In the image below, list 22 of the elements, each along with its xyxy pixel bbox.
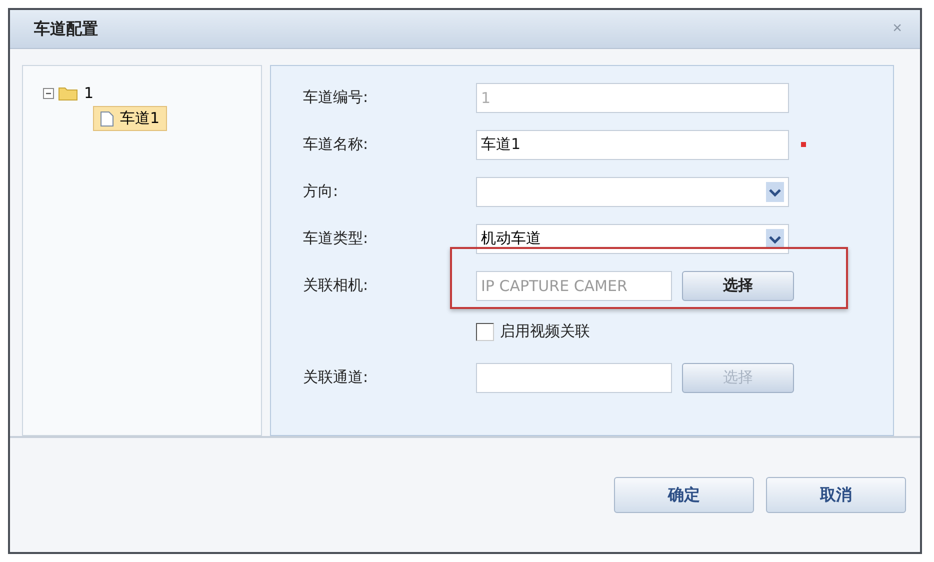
dropdown[interactable]: 机动车道 bbox=[476, 224, 789, 254]
field-label: 车道编号: bbox=[303, 88, 370, 107]
chevron-down-icon[interactable] bbox=[766, 228, 784, 248]
select-button[interactable]: 选择 bbox=[682, 270, 794, 300]
window-title: 车道配置 bbox=[34, 18, 98, 40]
dialog-button[interactable]: 取消 bbox=[766, 477, 906, 513]
chevron-down-icon[interactable] bbox=[766, 182, 784, 202]
tree-item[interactable]: 车道1 bbox=[93, 106, 167, 131]
folder-icon bbox=[58, 85, 78, 101]
checkbox[interactable] bbox=[476, 322, 494, 340]
field-label: 方向: bbox=[303, 182, 340, 201]
checkbox-label: 启用视频关联 bbox=[500, 322, 590, 341]
collapse-icon[interactable] bbox=[43, 88, 54, 98]
text-field[interactable]: IP CAPTURE CAMER bbox=[476, 270, 672, 300]
field-label: 关联相机: bbox=[303, 276, 370, 295]
field-label: 车道名称: bbox=[303, 135, 370, 154]
field-label: 车道类型: bbox=[303, 229, 370, 248]
document-icon bbox=[100, 110, 114, 126]
text-field[interactable]: 车道1 bbox=[476, 130, 789, 160]
dialog-button[interactable]: 确定 bbox=[614, 477, 754, 513]
field-label: 关联通道: bbox=[303, 368, 370, 387]
tree-item[interactable]: 1 bbox=[82, 84, 96, 102]
